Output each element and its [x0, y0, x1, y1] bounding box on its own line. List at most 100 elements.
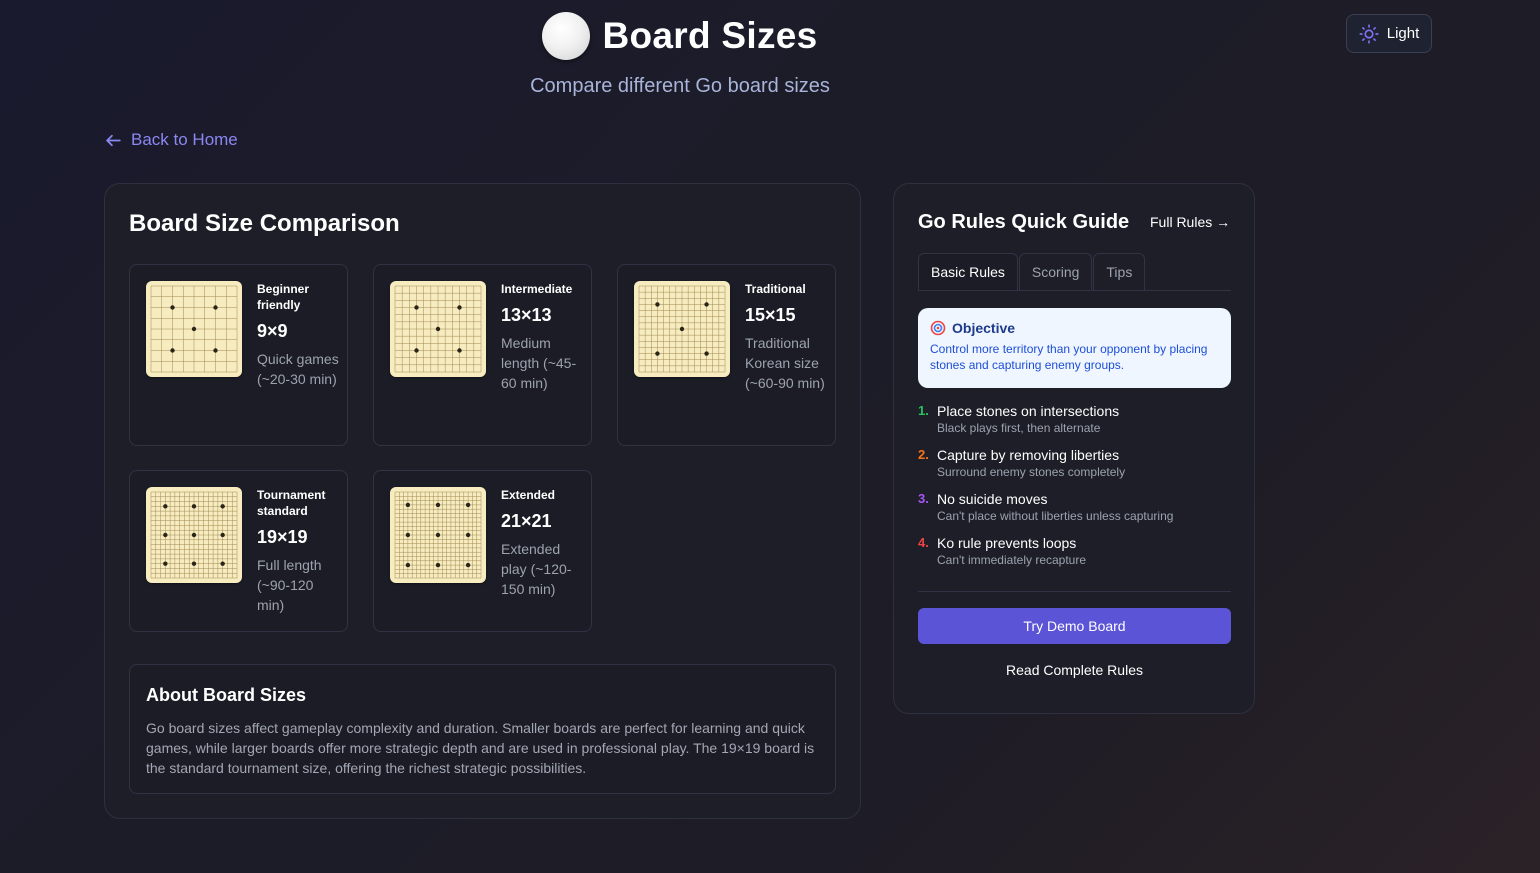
star-point — [435, 326, 441, 332]
board-preview-13x13 — [390, 281, 486, 377]
board-grid — [394, 285, 482, 373]
board-grid — [150, 285, 238, 373]
star-point — [405, 562, 411, 568]
board-tag: Extended — [501, 488, 556, 502]
star-point — [191, 532, 197, 538]
rule-title: Ko rule prevents loops — [937, 535, 1077, 551]
board-size-label: 15×15 — [745, 305, 796, 325]
board-description: Full length (~90-120 min) — [257, 557, 322, 613]
star-point — [163, 532, 168, 538]
board-preview-15x15 — [634, 281, 730, 377]
board-description: Extended play (~120-150 min) — [501, 541, 572, 597]
board-grid — [394, 491, 482, 579]
star-point — [414, 305, 419, 310]
arrow-left-icon — [106, 134, 121, 146]
rule-number: 4. — [918, 535, 929, 550]
objective-text: Control more territory than your opponen… — [930, 342, 1208, 372]
star-point — [213, 305, 218, 310]
rule-item: 3. No suicide moves Can't place without … — [918, 490, 1231, 534]
theme-toggle-label: Light — [1386, 25, 1420, 42]
star-point — [655, 351, 660, 356]
objective-box: Objective Control more territory than yo… — [918, 308, 1231, 388]
star-point — [220, 504, 225, 509]
star-point — [163, 561, 168, 566]
tab-tips[interactable]: Tips — [1093, 253, 1146, 290]
board-size-label: 21×21 — [501, 511, 552, 531]
rule-title: No suicide moves — [937, 491, 1048, 507]
divider — [918, 591, 1231, 592]
star-point — [655, 302, 660, 307]
star-point — [191, 561, 197, 566]
back-to-home-link[interactable]: Back to Home — [104, 130, 238, 150]
guide-tabs: Basic Rules Scoring Tips — [918, 253, 1231, 291]
star-point — [704, 351, 709, 356]
board-preview-9x9 — [146, 281, 242, 377]
title-row: Board Sizes — [542, 12, 817, 60]
star-point — [679, 326, 685, 332]
board-card-15x15[interactable]: Traditional 15×15 Traditional Korean siz… — [617, 264, 836, 446]
rule-title: Capture by removing liberties — [937, 447, 1120, 463]
board-size-label: 9×9 — [257, 321, 288, 341]
page-header: Board Sizes Compare different Go board s… — [0, 12, 1360, 98]
rules-list: 1. Place stones on intersections Black p… — [918, 402, 1231, 578]
star-point — [465, 502, 471, 508]
objective-title: Objective — [952, 320, 1016, 336]
page-subtitle: Compare different Go board sizes — [530, 75, 830, 97]
board-tag: Intermediate — [501, 282, 573, 296]
rule-number: 1. — [918, 403, 929, 418]
target-icon — [930, 320, 946, 336]
board-tag: Traditional — [745, 282, 806, 296]
tab-basic-rules[interactable]: Basic Rules — [918, 253, 1018, 290]
board-description: Traditional Korean size (~60-90 min) — [745, 335, 825, 391]
star-point — [465, 532, 471, 538]
star-point — [220, 561, 225, 566]
rule-subtitle: Can't place without liberties unless cap… — [937, 509, 1174, 523]
board-card-9x9[interactable]: Beginner friendly 9×9 Quick games (~20-3… — [129, 264, 348, 446]
board-comparison-card: Board Size Comparison Beginner friendly … — [104, 183, 861, 819]
rule-subtitle: Black plays first, then alternate — [937, 421, 1101, 435]
rule-item: 1. Place stones on intersections Black p… — [918, 402, 1231, 446]
board-preview-19x19 — [146, 487, 242, 583]
page-title: Board Sizes — [602, 15, 818, 56]
full-rules-link[interactable]: Full Rules → — [1150, 214, 1230, 230]
guide-title: Go Rules Quick Guide — [918, 211, 1130, 233]
star-point — [457, 348, 462, 353]
board-size-label: 19×19 — [257, 527, 308, 547]
sun-icon — [1359, 23, 1379, 44]
star-point — [170, 348, 175, 353]
board-card-21x21[interactable]: Extended 21×21 Extended play (~120-150 m… — [373, 470, 592, 632]
rule-item: 2. Capture by removing liberties Surroun… — [918, 446, 1231, 490]
star-point — [170, 305, 175, 310]
board-grid — [150, 491, 238, 579]
board-card-19x19[interactable]: Tournament standard 19×19 Full length (~… — [129, 470, 348, 632]
read-complete-rules-link[interactable]: Read Complete Rules — [918, 658, 1231, 682]
about-board-sizes: About Board Sizes Go board sizes affect … — [129, 664, 836, 794]
about-heading: About Board Sizes — [146, 685, 307, 705]
board-preview-21x21 — [390, 487, 486, 583]
star-point — [435, 562, 441, 568]
board-size-label: 13×13 — [501, 305, 552, 325]
go-stone-logo-icon — [542, 12, 591, 60]
star-point — [213, 348, 218, 353]
star-point — [435, 532, 441, 538]
board-grid — [638, 285, 726, 373]
board-description: Medium length (~45-60 min) — [501, 335, 577, 391]
star-point — [405, 502, 411, 508]
board-card-13x13[interactable]: Intermediate 13×13 Medium length (~45-60… — [373, 264, 592, 446]
star-point — [435, 502, 441, 508]
board-tag: Tournament standard — [257, 488, 326, 518]
star-point — [457, 305, 462, 310]
tab-scoring[interactable]: Scoring — [1018, 253, 1093, 290]
rule-number: 2. — [918, 447, 929, 462]
board-tag: Beginner friendly — [257, 282, 310, 312]
board-description: Quick games (~20-30 min) — [257, 351, 339, 387]
star-point — [220, 532, 225, 538]
theme-toggle-button[interactable]: Light — [1346, 14, 1432, 53]
star-point — [405, 532, 411, 538]
rule-subtitle: Can't immediately recapture — [937, 553, 1087, 567]
comparison-heading: Board Size Comparison — [129, 210, 400, 237]
star-point — [414, 348, 419, 353]
star-point — [163, 504, 168, 509]
try-demo-board-button[interactable]: Try Demo Board — [918, 608, 1231, 644]
rule-item: 4. Ko rule prevents loops Can't immediat… — [918, 534, 1231, 578]
